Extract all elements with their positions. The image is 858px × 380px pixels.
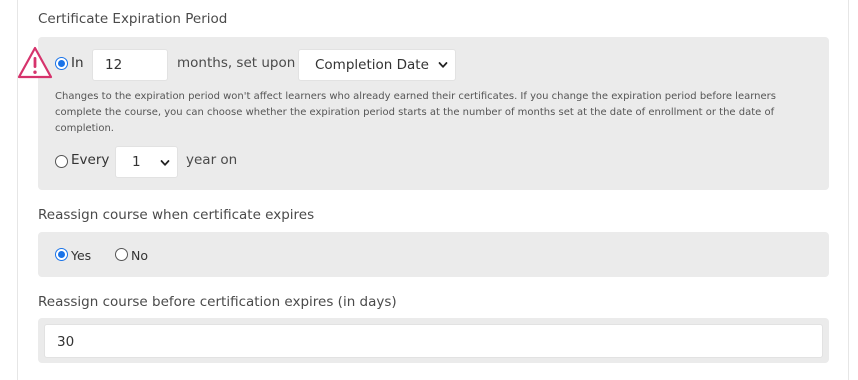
every-selected-value: 1 xyxy=(132,154,141,170)
expiration-help-text: Changes to the expiration period won't a… xyxy=(55,91,776,134)
chevron-down-icon xyxy=(160,160,170,166)
chevron-down-icon xyxy=(438,62,448,68)
warning-triangle-icon xyxy=(17,46,53,79)
every-year-select[interactable]: 1 xyxy=(115,146,178,178)
months-input[interactable]: 12 xyxy=(92,49,168,81)
every-radio-label: Every xyxy=(71,152,110,168)
in-months-radio[interactable] xyxy=(55,57,68,70)
every-year-radio[interactable] xyxy=(55,155,68,168)
expiration-period-label: Certificate Expiration Period xyxy=(38,11,228,27)
reassign-no-label: No xyxy=(131,248,148,263)
reassign-days-input[interactable]: 30 xyxy=(44,324,823,358)
set-upon-select[interactable]: Completion Date xyxy=(298,49,456,81)
reassign-panel xyxy=(38,232,829,277)
set-upon-selected-value: Completion Date xyxy=(315,57,429,73)
months-set-upon-text: months, set upon xyxy=(177,55,296,71)
reassign-yes-label: Yes xyxy=(71,248,92,263)
year-on-text: year on xyxy=(186,152,238,168)
reassign-yes-radio[interactable] xyxy=(55,248,68,261)
reassign-label: Reassign course when certificate expires xyxy=(38,207,315,223)
reassign-no-radio[interactable] xyxy=(115,248,128,261)
in-radio-label: In xyxy=(71,55,84,71)
reassign-before-label: Reassign course before certification exp… xyxy=(38,294,397,310)
